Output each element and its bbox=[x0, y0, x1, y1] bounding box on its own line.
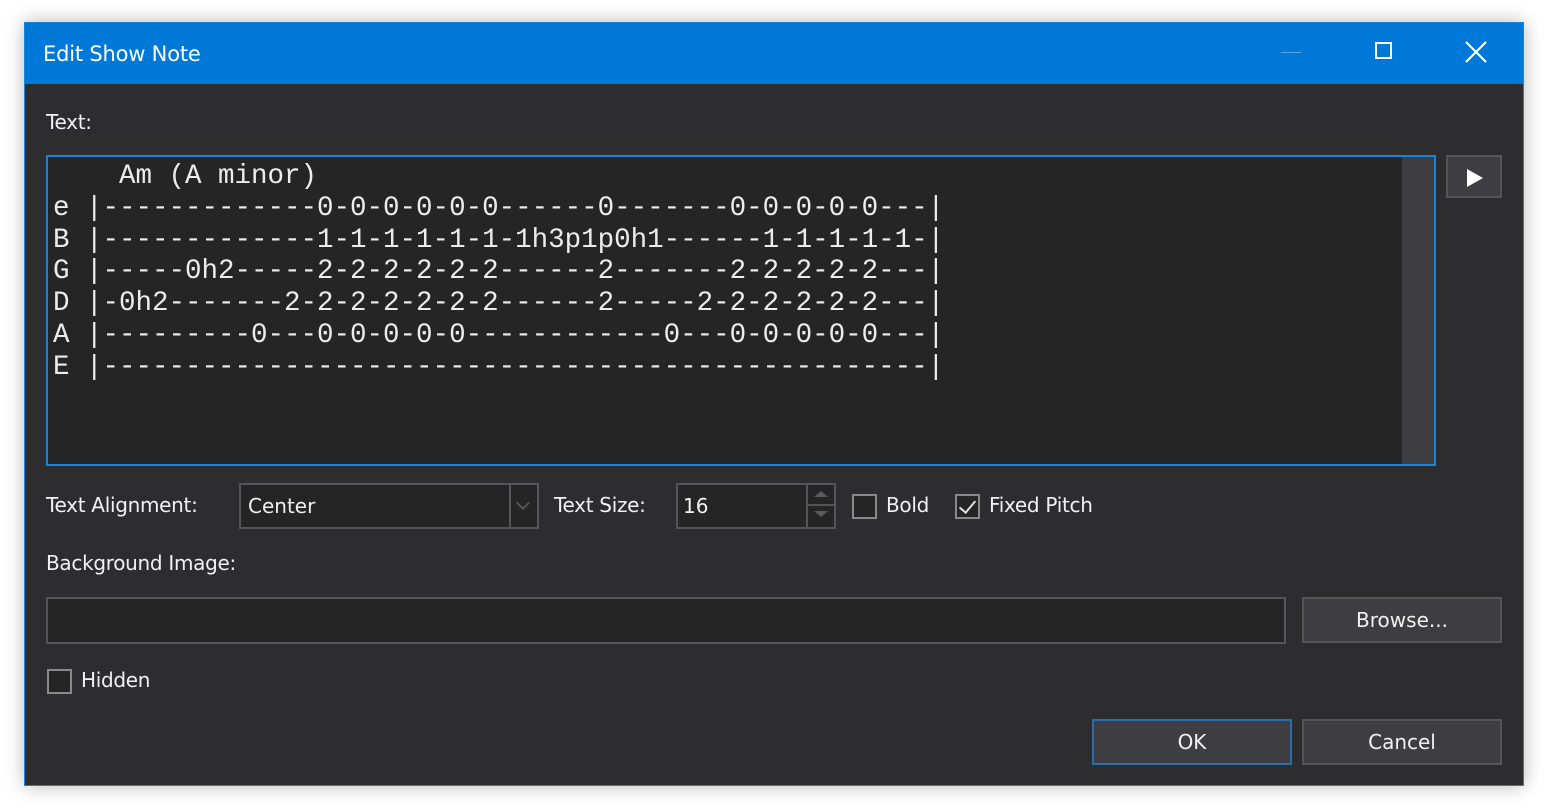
bold-checkbox[interactable] bbox=[852, 494, 877, 519]
text-size-stepper[interactable]: 16 bbox=[676, 483, 836, 529]
ok-button[interactable]: OK bbox=[1092, 719, 1292, 765]
stepper-buttons bbox=[806, 485, 834, 527]
arrow-down-icon bbox=[814, 511, 828, 517]
browse-button-label: Browse... bbox=[1356, 608, 1448, 632]
chevron-down-icon bbox=[515, 495, 531, 511]
play-icon bbox=[1467, 169, 1483, 187]
fixed-pitch-label: Fixed Pitch bbox=[989, 493, 1093, 517]
cancel-button-label: Cancel bbox=[1368, 730, 1436, 754]
ok-button-label: OK bbox=[1177, 730, 1207, 754]
close-icon bbox=[1465, 41, 1487, 63]
dropdown-button[interactable] bbox=[509, 485, 537, 527]
maximize-icon bbox=[1375, 42, 1392, 59]
bold-label: Bold bbox=[886, 493, 930, 517]
fixed-pitch-checkbox[interactable] bbox=[955, 494, 980, 519]
minimize-button[interactable] bbox=[1245, 23, 1337, 84]
arrow-up-icon bbox=[814, 491, 828, 497]
text-size-value: 16 bbox=[683, 494, 709, 518]
title-bar[interactable]: Edit Show Note bbox=[25, 23, 1523, 84]
note-text-content: Am (A minor) e |-------------0-0-0-0-0-0… bbox=[53, 161, 945, 383]
hidden-label: Hidden bbox=[81, 668, 151, 692]
background-image-input[interactable] bbox=[46, 597, 1286, 644]
text-size-label: Text Size: bbox=[554, 493, 646, 517]
preview-button[interactable] bbox=[1446, 155, 1502, 198]
minimize-icon bbox=[1281, 52, 1301, 53]
note-text-area[interactable]: Am (A minor) e |-------------0-0-0-0-0-0… bbox=[46, 155, 1436, 466]
text-alignment-value: Center bbox=[248, 494, 316, 518]
increment-button[interactable] bbox=[808, 485, 834, 506]
browse-button[interactable]: Browse... bbox=[1302, 597, 1502, 643]
window-title: Edit Show Note bbox=[43, 42, 201, 66]
hidden-checkbox[interactable] bbox=[47, 669, 72, 694]
text-alignment-select[interactable]: Center bbox=[239, 483, 539, 529]
text-label: Text: bbox=[46, 110, 92, 134]
background-image-label: Background Image: bbox=[46, 551, 236, 575]
text-alignment-label: Text Alignment: bbox=[46, 493, 198, 517]
decrement-button[interactable] bbox=[808, 506, 834, 527]
vertical-scrollbar[interactable] bbox=[1402, 157, 1434, 464]
maximize-button[interactable] bbox=[1337, 23, 1429, 84]
edit-show-note-dialog: Edit Show Note Text: Am (A minor) e |---… bbox=[24, 22, 1524, 786]
cancel-button[interactable]: Cancel bbox=[1302, 719, 1502, 765]
checkmark-icon bbox=[958, 495, 977, 515]
close-button[interactable] bbox=[1429, 23, 1521, 84]
